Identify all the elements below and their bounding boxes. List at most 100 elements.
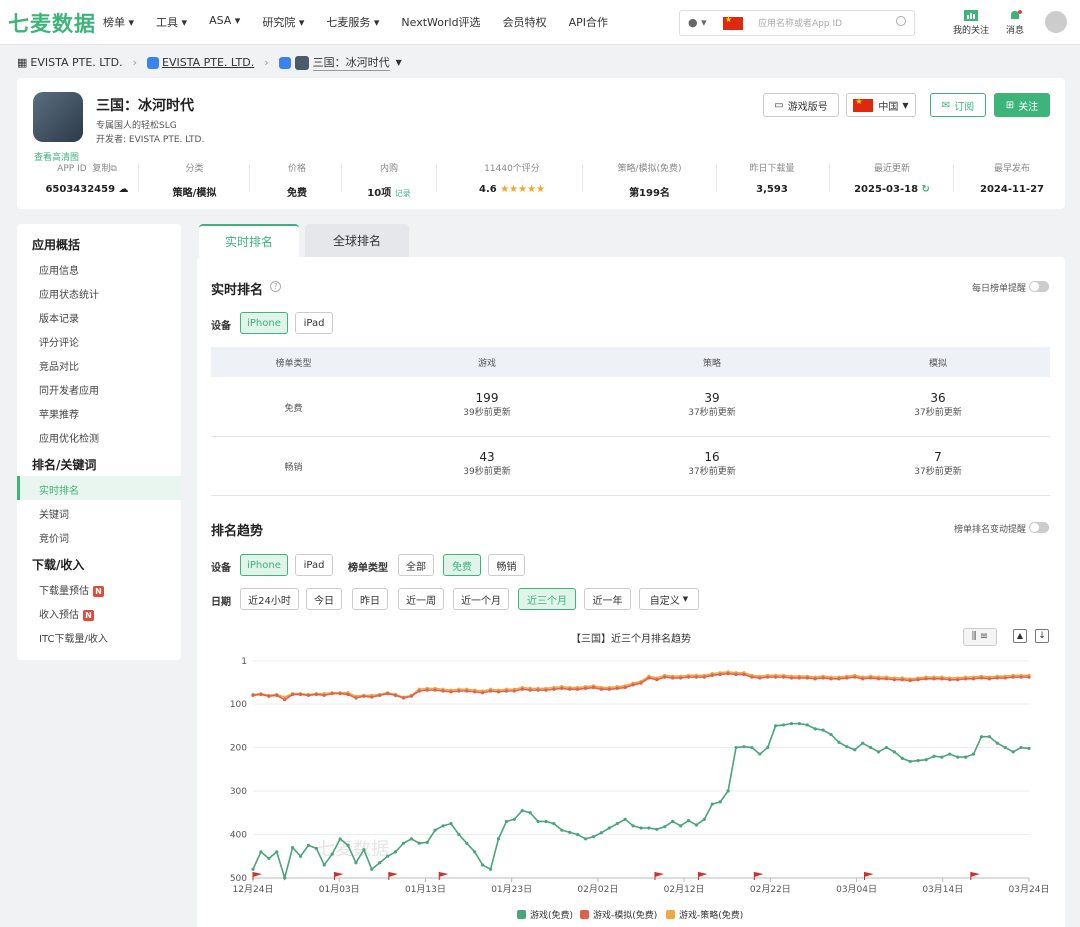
sidebar-item-competitors[interactable]: 竞品对比 (39, 358, 79, 373)
rank-cell[interactable]: 36 37秒前更新 (826, 391, 1050, 418)
nav-item-services[interactable]: 七麦服务 ▾ (326, 14, 379, 30)
search-input[interactable]: 应用名称或者App ID (758, 16, 842, 29)
sidebar-item-keywords[interactable]: 关键词 (39, 506, 69, 521)
logo[interactable]: 七麦数据 (8, 8, 96, 38)
nav-item-nextworld[interactable]: NextWorld评选 (401, 14, 480, 30)
my-follow-button[interactable]: 我的关注 (953, 10, 989, 36)
list-icon[interactable]: ≡ (980, 631, 988, 642)
data-point (314, 846, 318, 851)
data-point (995, 676, 999, 680)
chevron-down-icon[interactable]: ▼ (396, 58, 402, 67)
copy-button[interactable]: 复制 (92, 164, 110, 174)
sidebar-item-aso-check[interactable]: 应用优化检测 (39, 430, 99, 445)
help-icon[interactable]: ? (270, 281, 281, 292)
sidebar-item-reviews[interactable]: 评分评论 (39, 334, 79, 349)
nav-item-research[interactable]: 研究院 ▾ (262, 14, 304, 30)
tab-realtime-rank[interactable]: 实时排名 (199, 224, 299, 257)
data-point (869, 676, 873, 680)
chart-type-toggle[interactable]: ⫼ ≡ (963, 628, 997, 646)
gamepad-icon: ▭ (774, 99, 784, 111)
rank-cell[interactable]: 16 37秒前更新 (598, 450, 826, 477)
type-free-button[interactable]: 免费 (443, 554, 481, 576)
device-ipad-button[interactable]: iPad (295, 312, 333, 334)
date-custom-dropdown[interactable]: 自定义 ▼ (639, 588, 699, 610)
image-export-icon[interactable]: ▲ (1013, 629, 1027, 643)
nav-item-asa[interactable]: ASA ▾ (209, 14, 240, 30)
sidebar-item-bid-words[interactable]: 竞价词 (39, 530, 69, 545)
data-point (987, 677, 992, 681)
date-year-button[interactable]: 近一年 (584, 588, 631, 610)
country-select[interactable]: 中国▼ (846, 93, 916, 117)
breadcrumb-publisher[interactable]: EVISTA PTE. LTD. (162, 56, 254, 69)
data-point (789, 722, 794, 726)
rank-trend-chart[interactable]: 1 100 200 300 400 50012月24日 01月03日 01月13日 01月23日… (197, 647, 1065, 927)
messages-button[interactable]: 消息 (1006, 10, 1024, 36)
game-license-button[interactable]: ▭ 游戏版号 (763, 93, 839, 117)
sidebar-item-revenue-estimate[interactable]: 收入预估 N (39, 606, 94, 621)
search-icon[interactable] (896, 16, 906, 26)
iap-records-link[interactable]: 记录 (395, 189, 411, 198)
type-all-button[interactable]: 全部 (398, 554, 434, 576)
data-point (1011, 675, 1015, 679)
nav-item-api[interactable]: API合作 (569, 14, 608, 30)
bell-icon (1011, 10, 1022, 19)
data-point (417, 841, 421, 845)
sidebar-item-app-status[interactable]: 应用状态统计 (39, 286, 99, 301)
sidebar-item-download-estimate[interactable]: 下载量预估 N (39, 582, 104, 597)
data-point (338, 692, 342, 696)
user-avatar[interactable] (1045, 11, 1067, 33)
date-week-button[interactable]: 近一周 (398, 588, 444, 610)
data-point (718, 800, 722, 804)
sidebar-item-same-dev[interactable]: 同开发者应用 (39, 382, 99, 397)
sidebar-group-title: 下载/收入 (32, 558, 85, 572)
rank-cell[interactable]: 199 39秒前更新 (376, 391, 598, 418)
rank-alert-toggle[interactable] (1029, 522, 1049, 533)
data-point (884, 745, 889, 750)
sidebar-item-versions[interactable]: 版本记录 (39, 310, 79, 325)
subscribe-button[interactable]: ✉ 订阅 (930, 93, 986, 117)
china-flag-icon[interactable] (723, 15, 743, 30)
sidebar-item-realtime-rank[interactable]: 实时排名 (39, 482, 79, 497)
bar-chart-icon[interactable]: ⫼ (972, 631, 977, 642)
date-3months-button[interactable]: 近三个月 (518, 588, 576, 610)
date-today-button[interactable]: 今日 (306, 588, 342, 610)
divider (582, 164, 583, 192)
breadcrumb: ▦ EVISTA PTE. LTD. › EVISTA PTE. LTD. › … (17, 54, 402, 71)
nav-item-rankings[interactable]: 榜单 ▾ (103, 14, 134, 30)
data-point (481, 691, 485, 695)
breadcrumb-app[interactable]: 三国：冰河时代 (312, 54, 390, 71)
data-point (354, 861, 358, 865)
data-point (750, 745, 754, 750)
breadcrumb-developer[interactable]: EVISTA PTE. LTD. (30, 56, 122, 69)
sidebar-item-apple-featured[interactable]: 苹果推荐 (39, 406, 79, 421)
refresh-icon[interactable]: ↻ (922, 184, 930, 195)
follow-button[interactable]: ⊞ 关注 (994, 93, 1050, 117)
data-point (884, 677, 889, 681)
data-point (876, 750, 881, 754)
date-24h-button[interactable]: 近24小时 (240, 588, 299, 610)
date-month-button[interactable]: 近一个月 (453, 588, 509, 610)
nav-item-tools[interactable]: 工具 ▾ (156, 14, 187, 30)
date-yesterday-button[interactable]: 昨日 (352, 588, 388, 610)
apple-store-icon[interactable]: ● ▾ (688, 16, 707, 29)
rank-cell[interactable]: 43 39秒前更新 (376, 450, 598, 477)
copy-icon[interactable]: ⧉ (110, 164, 116, 174)
search-box[interactable]: ● ▾ 应用名称或者App ID (679, 10, 915, 36)
type-grossing-button[interactable]: 畅销 (488, 554, 525, 576)
cloud-download-icon[interactable]: ☁ (119, 184, 129, 195)
sidebar-item-itc[interactable]: ITC下载量/收入 (39, 630, 108, 645)
daily-alert-toggle[interactable] (1029, 281, 1049, 292)
data-point (512, 817, 516, 821)
chart-title: 【三国】近三个月排名趋势 (571, 634, 691, 645)
trend-device-iphone-button[interactable]: iPhone (240, 554, 288, 576)
device-iphone-button[interactable]: iPhone (240, 312, 288, 334)
tab-global-rank[interactable]: 全球排名 (305, 224, 409, 257)
trend-device-ipad-button[interactable]: iPad (295, 554, 333, 576)
nav-item-membership[interactable]: 会员特权 (503, 14, 547, 30)
sidebar-item-app-info[interactable]: 应用信息 (39, 262, 79, 277)
stat-category: 分类 策略/模拟 (172, 164, 217, 199)
rank-cell[interactable]: 39 37秒前更新 (598, 391, 826, 418)
data-point (956, 755, 960, 759)
download-icon[interactable]: ↓ (1035, 629, 1049, 643)
rank-cell[interactable]: 7 37秒前更新 (826, 450, 1050, 477)
